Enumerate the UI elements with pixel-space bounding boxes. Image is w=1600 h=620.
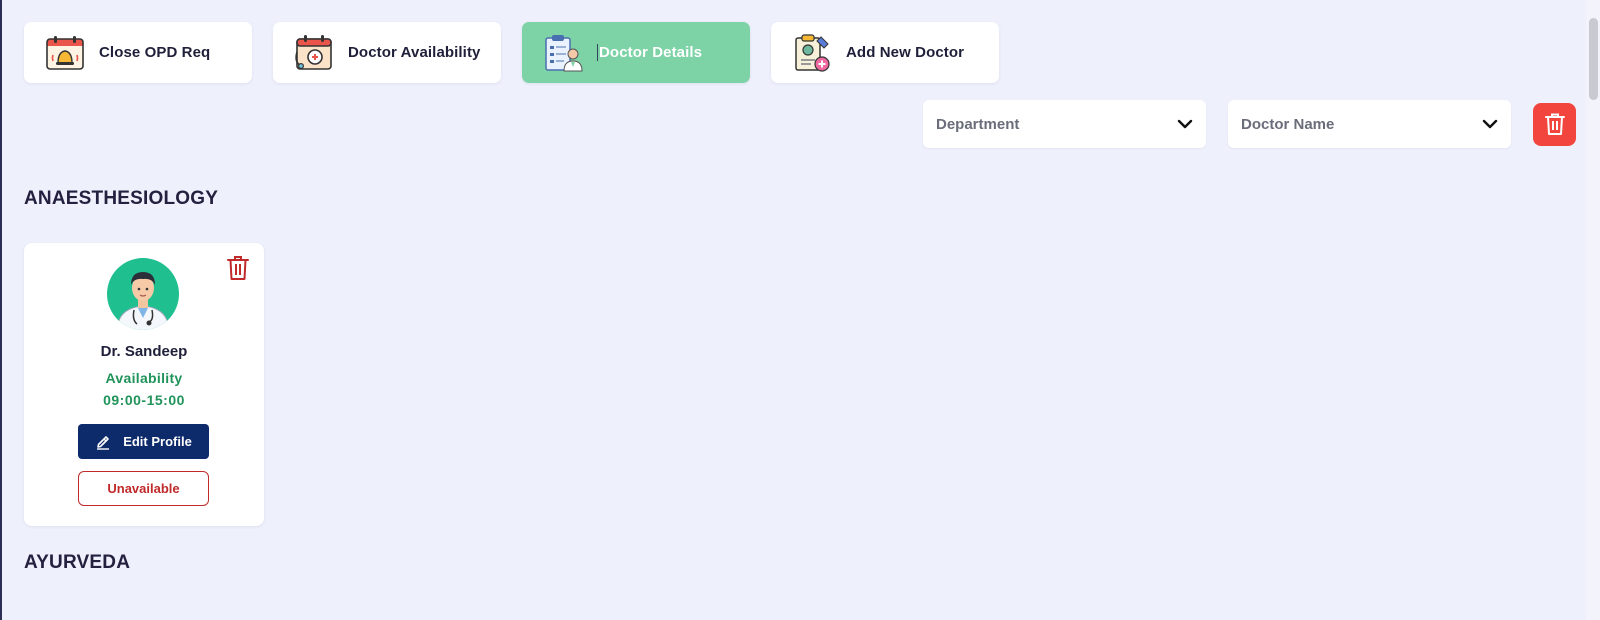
tab-label: Doctor Availability [348,44,481,61]
doctor-avatar [107,258,179,330]
section-title-anaesthesiology: ANAESTHESIOLOGY [24,188,219,209]
vertical-scrollbar[interactable] [1586,0,1600,620]
tab-label: Doctor Details [597,44,703,61]
doctor-name-select-value: Doctor Name [1241,115,1335,133]
tab-bar: Close OPD Req Doctor Availability Doctor… [24,22,999,83]
alarm-calendar-icon [46,35,84,70]
tab-label: Add New Doctor [846,44,965,61]
chevron-down-icon [1482,119,1498,129]
tab-doctor-details[interactable]: Doctor Details [522,22,750,83]
department-select-value: Department [936,115,1020,133]
scrollbar-thumb[interactable] [1589,18,1598,100]
doctor-name-select[interactable]: Doctor Name [1228,100,1511,148]
tab-doctor-availability[interactable]: Doctor Availability [273,22,501,83]
window-edge [0,0,2,620]
tab-add-new-doctor[interactable]: Add New Doctor [771,22,999,83]
department-select[interactable]: Department [923,100,1206,148]
chevron-down-icon [1177,119,1193,129]
edit-profile-label: Edit Profile [123,434,192,449]
delete-doctor-trash-icon[interactable] [226,255,250,281]
clear-filters-button[interactable] [1533,102,1576,146]
calendar-stethoscope-icon [295,34,332,70]
edit-profile-button[interactable]: Edit Profile [78,424,209,459]
edit-pencil-icon [97,435,110,450]
tab-close-opd-req[interactable]: Close OPD Req [24,22,252,83]
trash-icon [1544,113,1565,135]
tab-label: Close OPD Req [99,44,211,61]
section-title-ayurveda: AYURVEDA [24,552,131,573]
doctor-name: Dr. Sandeep [100,343,188,360]
doctor-card: Dr. Sandeep Availability 09:00-15:00 Edi… [24,243,264,526]
unavailable-button[interactable]: Unavailable [78,471,209,506]
availability-time: 09:00-15:00 [103,392,185,408]
availability-label: Availability [105,370,183,386]
add-doctor-clipboard-icon [795,33,830,72]
clipboard-doctor-icon [545,34,583,71]
filter-bar: Department Doctor Name [923,100,1576,148]
